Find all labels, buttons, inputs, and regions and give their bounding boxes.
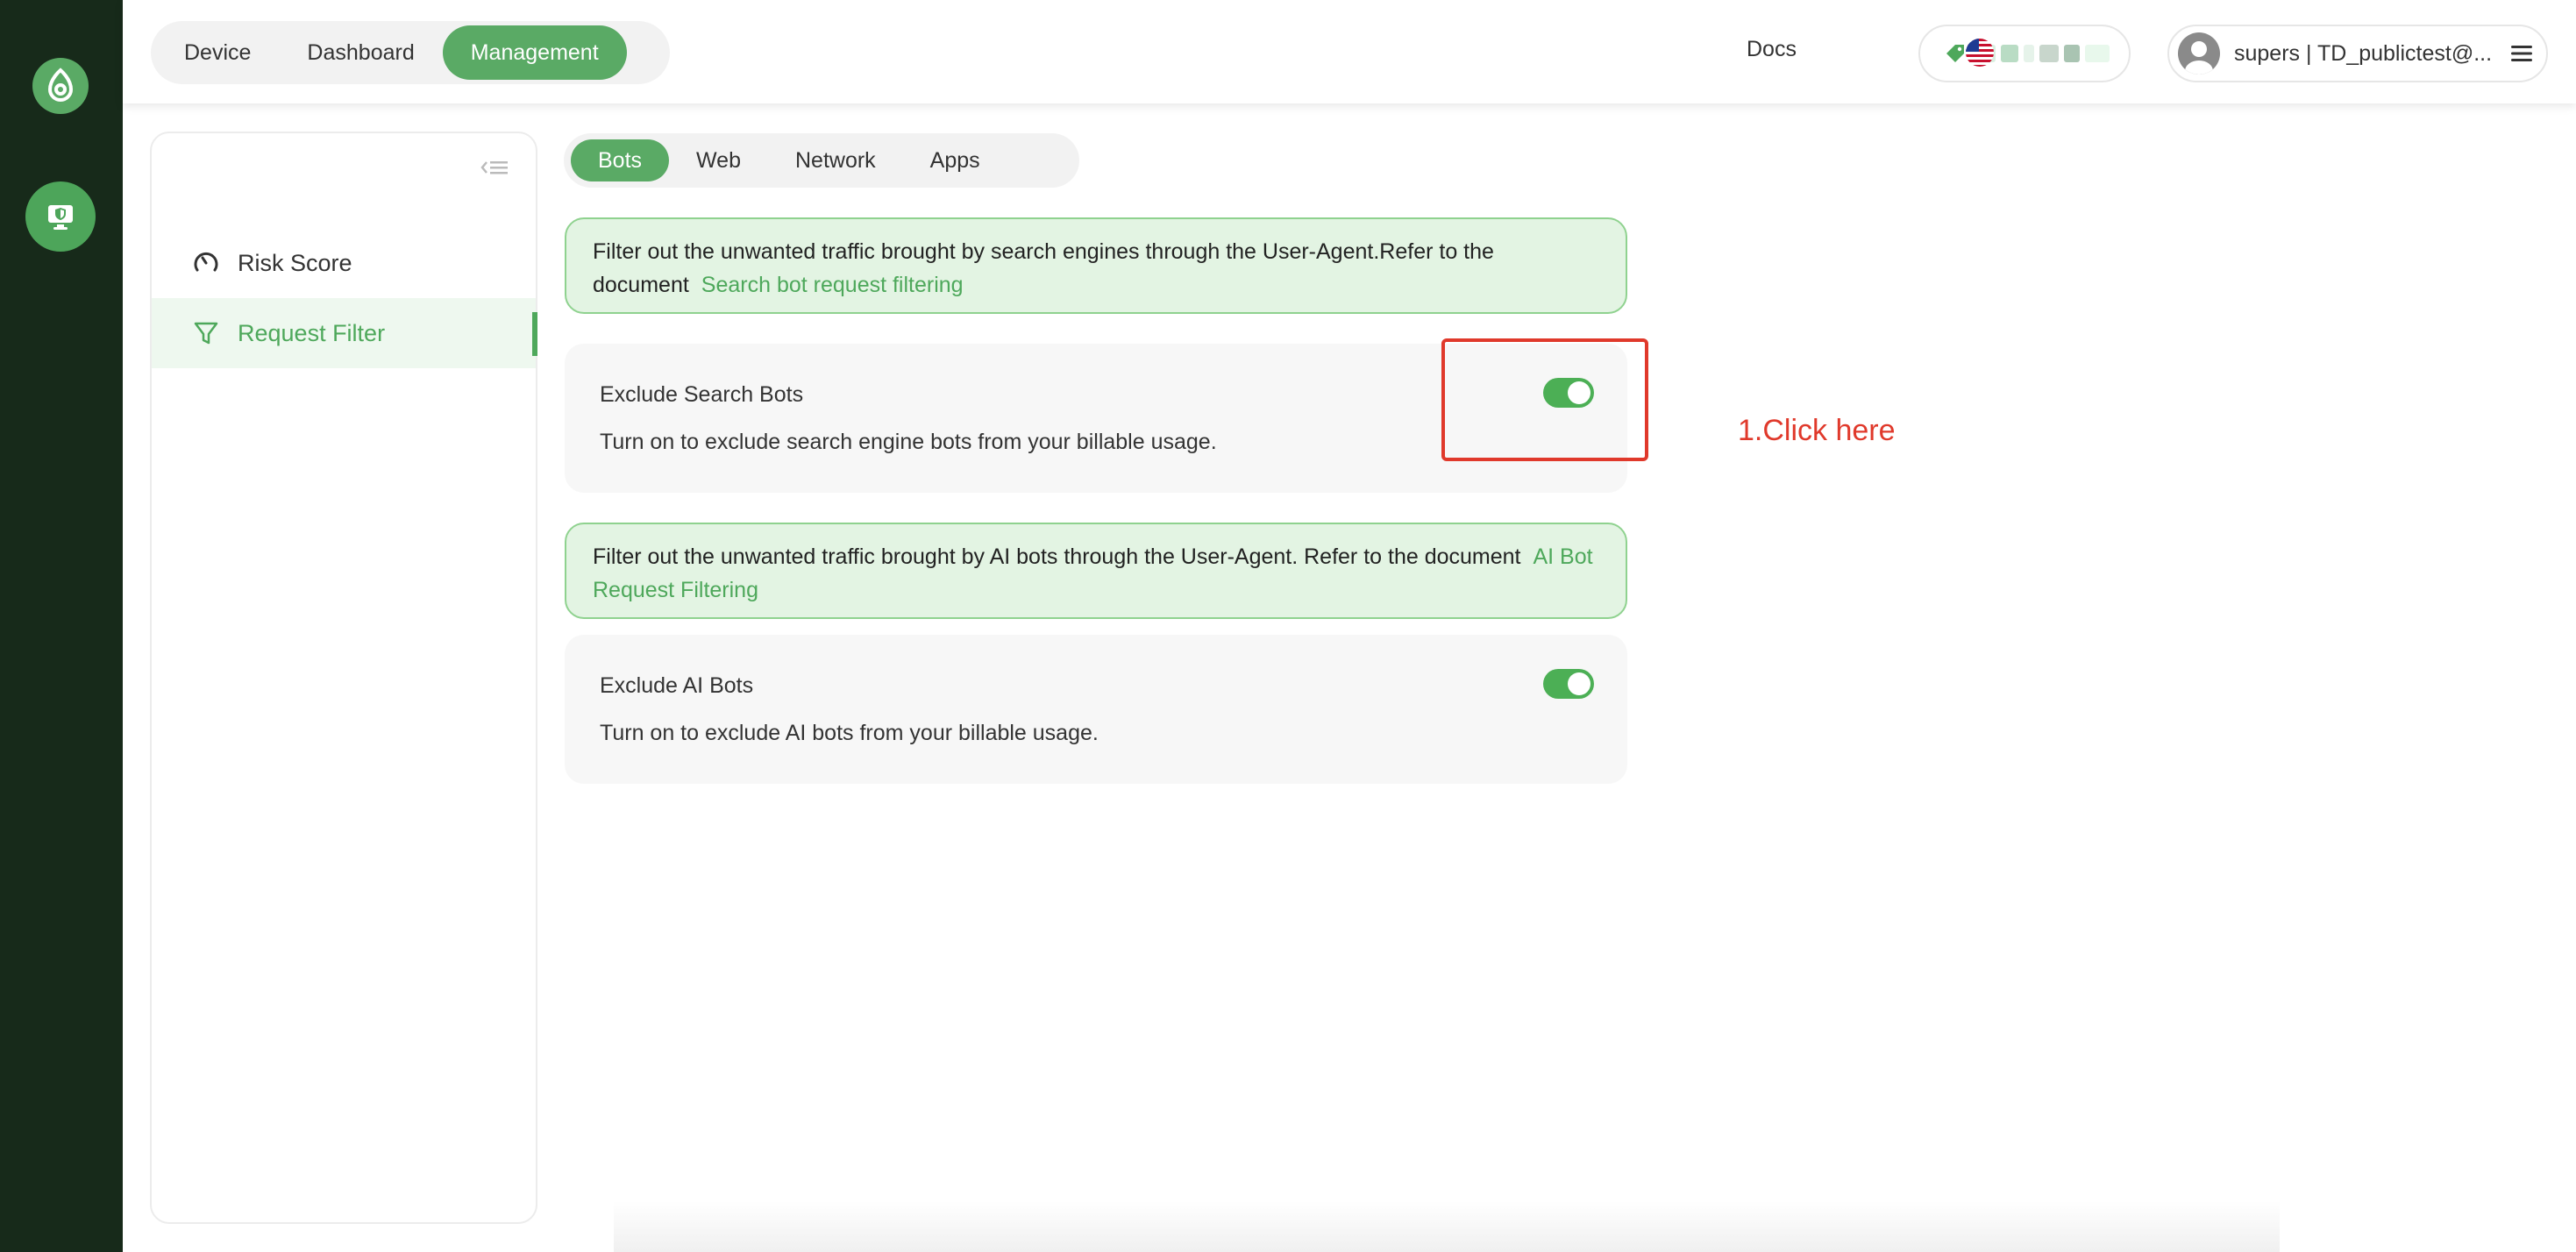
notice-text: Filter out the unwanted traffic brought …: [593, 544, 1521, 569]
tab-device[interactable]: Device: [156, 25, 279, 80]
left-rail: [0, 0, 123, 1252]
collapse-icon[interactable]: [480, 154, 509, 181]
sidebar-item-label: Request Filter: [238, 319, 386, 346]
tab-apps[interactable]: Apps: [903, 139, 1007, 181]
sub-tabs: Bots Web Network Apps: [564, 133, 1079, 188]
user-label: supers | TD_publictest@...: [2234, 40, 2493, 66]
exclude-ai-bots-toggle[interactable]: [1543, 669, 1594, 699]
tab-dashboard[interactable]: Dashboard: [279, 25, 442, 80]
annotation-text: 1.Click here: [1738, 414, 1896, 447]
filter-icon: [194, 322, 218, 345]
search-bot-notice: Filter out the unwanted traffic brought …: [565, 217, 1627, 314]
main-area: Device Dashboard Management Docs supers …: [123, 0, 2576, 1252]
app-window: Device Dashboard Management Docs supers …: [0, 0, 2576, 1252]
card-description: Turn on to exclude AI bots from your bil…: [600, 721, 1099, 745]
sidebar: Risk Score Request Filter: [150, 132, 537, 1224]
org-name-redacted: [1983, 45, 2110, 62]
hamburger-icon[interactable]: [2509, 43, 2534, 64]
org-selector[interactable]: [1918, 25, 2131, 82]
user-menu[interactable]: supers | TD_publictest@...: [2167, 25, 2548, 82]
search-bot-doc-link[interactable]: Search bot request filtering: [701, 273, 964, 297]
top-nav-tabs: Device Dashboard Management: [151, 21, 670, 84]
top-header: Device Dashboard Management Docs supers …: [123, 0, 2576, 103]
sidebar-item-request-filter[interactable]: Request Filter: [152, 298, 537, 368]
device-shield-icon[interactable]: [25, 181, 96, 252]
exclude-ai-bots-card: Exclude AI Bots Turn on to exclude AI bo…: [565, 635, 1627, 784]
brand-logo-icon[interactable]: [32, 58, 89, 114]
tag-icon: [1946, 45, 1964, 62]
tab-web[interactable]: Web: [669, 139, 768, 181]
gauge-icon: [194, 252, 218, 272]
docs-link[interactable]: Docs: [1747, 37, 1797, 62]
tab-bots[interactable]: Bots: [571, 139, 670, 181]
us-flag-icon[interactable]: [1966, 39, 1994, 67]
card-description: Turn on to exclude search engine bots fr…: [600, 430, 1217, 454]
ai-bot-notice: Filter out the unwanted traffic brought …: [565, 523, 1627, 619]
avatar: [2178, 32, 2220, 75]
card-title: Exclude AI Bots: [600, 673, 754, 698]
tab-management[interactable]: Management: [442, 25, 627, 80]
sidebar-item-label: Risk Score: [238, 249, 352, 276]
bottom-fade: [614, 1201, 2280, 1252]
card-title: Exclude Search Bots: [600, 382, 804, 407]
tab-network[interactable]: Network: [768, 139, 903, 181]
highlight-box: [1441, 338, 1648, 461]
sidebar-item-risk-score[interactable]: Risk Score: [152, 228, 536, 298]
